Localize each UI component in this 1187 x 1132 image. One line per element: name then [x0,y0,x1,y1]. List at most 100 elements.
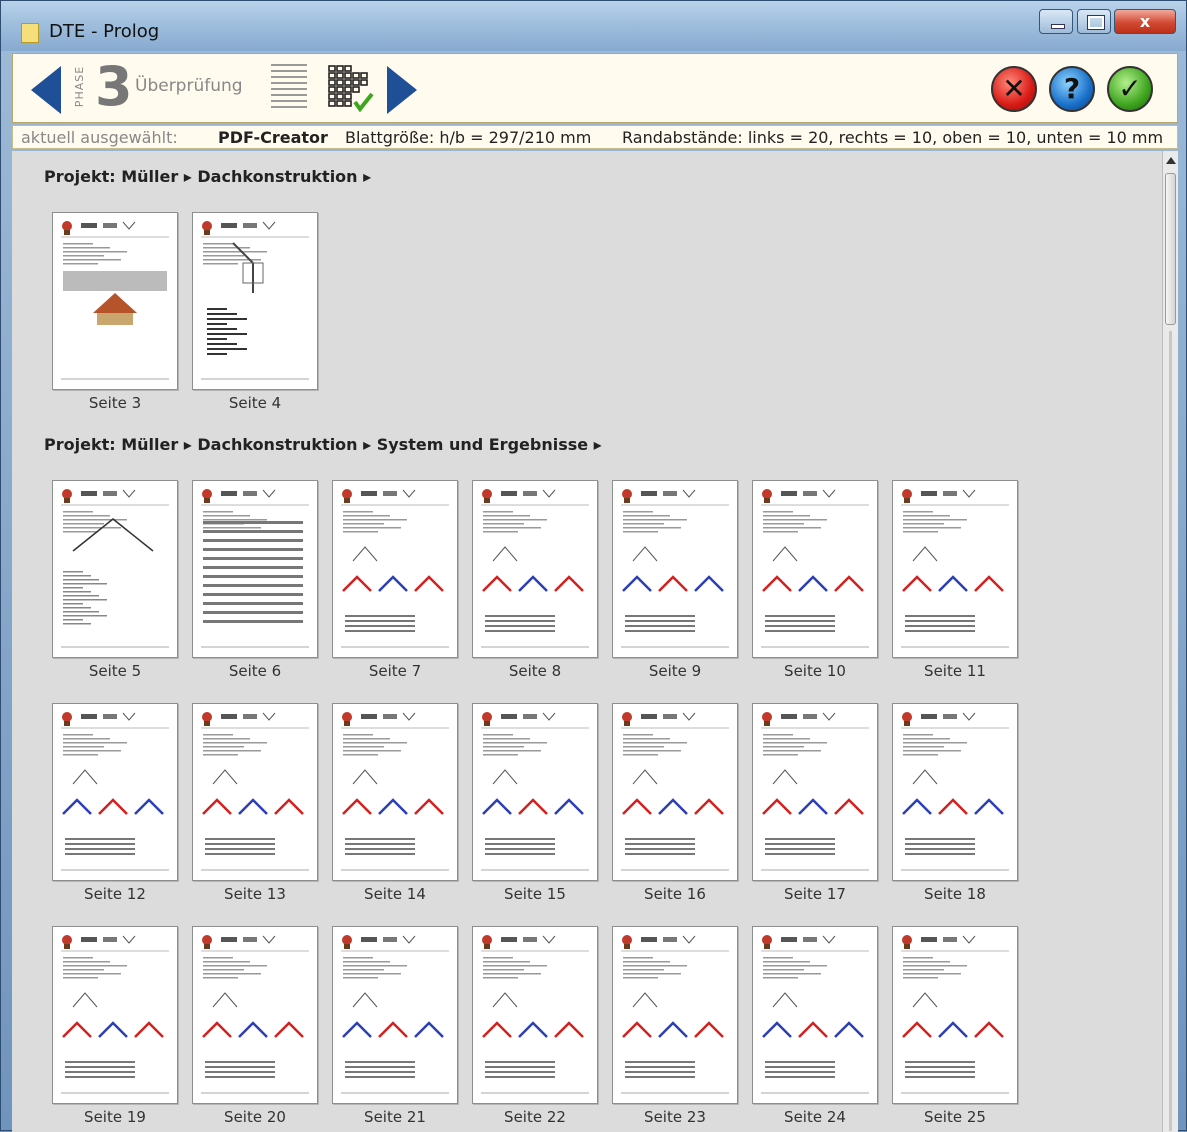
maximize-icon [1087,15,1105,30]
page-thumbnail[interactable]: Seite 3 [52,212,178,420]
page-preview[interactable] [52,480,178,658]
page-preview[interactable] [332,480,458,658]
phase-number: 3 [95,55,133,118]
page-preview[interactable] [332,926,458,1104]
confirm-icon: ✓ [1118,72,1142,105]
page-preview[interactable] [752,926,878,1104]
page-preview[interactable] [52,212,178,390]
page-caption: Seite 18 [924,885,986,903]
page-preview[interactable] [612,926,738,1104]
page-caption: Seite 12 [84,885,146,903]
page-thumbnail[interactable]: Seite 4 [192,212,318,420]
page-caption: Seite 11 [924,662,986,680]
arrow-right-icon[interactable] [387,66,417,114]
page-preview[interactable] [752,703,878,881]
page-preview-area[interactable]: Projekt: Müller ▸ Dachkonstruktion ▸ Pro… [12,151,1162,1132]
page-preview[interactable] [192,212,318,390]
page-preview-image [341,489,449,648]
page-thumbnail[interactable]: Seite 25 [892,926,1018,1132]
page-preview[interactable] [612,480,738,658]
page-thumbnail[interactable]: Seite 21 [332,926,458,1132]
page-caption: Seite 24 [784,1108,846,1126]
page-caption: Seite 23 [644,1108,706,1126]
page-thumbnail[interactable]: Seite 17 [752,703,878,911]
page-preview[interactable] [472,926,598,1104]
minimize-button[interactable] [1039,9,1073,34]
close-icon: x [1139,12,1151,31]
page-thumbnail[interactable]: Seite 7 [332,480,458,688]
page-caption: Seite 22 [504,1108,566,1126]
page-thumbnail[interactable]: Seite 19 [52,926,178,1132]
page-caption: Seite 5 [88,662,142,680]
status-page-size: Blattgröße: h/b = 297/210 mm [345,128,592,147]
page-preview[interactable] [52,703,178,881]
page-thumbnail[interactable]: Seite 11 [892,480,1018,688]
app-icon [21,23,39,43]
page-preview[interactable] [192,703,318,881]
scrollbar-thumb[interactable] [1165,173,1176,325]
page-thumbnail[interactable]: Seite 20 [192,926,318,1132]
page-thumbnail[interactable]: Seite 13 [192,703,318,911]
page-preview-image [61,221,169,380]
page-thumbnail[interactable]: Seite 8 [472,480,598,688]
help-button[interactable]: ? [1049,66,1095,112]
page-preview[interactable] [612,703,738,881]
page-preview-image [201,221,309,380]
page-thumbnail[interactable]: Seite 5 [52,480,178,688]
page-preview[interactable] [472,703,598,881]
page-thumbnail[interactable]: Seite 6 [192,480,318,688]
page-thumbnail[interactable]: Seite 23 [612,926,738,1132]
status-label: aktuell ausgewählt: [21,128,178,147]
grid-check-icon[interactable] [327,64,375,114]
page-preview-image [621,935,729,1094]
page-caption: Seite 16 [644,885,706,903]
page-preview[interactable] [892,703,1018,881]
page-preview[interactable] [192,480,318,658]
page-preview-image [621,489,729,648]
page-preview-image [481,489,589,648]
page-preview[interactable] [752,480,878,658]
page-preview[interactable] [892,480,1018,658]
minimize-icon [1051,24,1065,29]
page-caption: Seite 8 [508,662,562,680]
title-bar[interactable]: DTE - Prolog x [1,1,1186,51]
arrow-left-icon[interactable] [31,66,61,114]
page-caption: Seite 20 [224,1108,286,1126]
page-preview-image [901,489,1009,648]
list-icon[interactable] [265,64,311,114]
page-caption: Seite 21 [364,1108,426,1126]
page-preview[interactable] [892,926,1018,1104]
page-preview-image [761,935,869,1094]
page-preview-image [61,489,169,648]
vertical-scrollbar[interactable] [1162,151,1178,1132]
cancel-button[interactable]: ✕ [991,66,1037,112]
section-title: Projekt: Müller ▸ Dachkonstruktion ▸ [44,167,372,186]
page-preview[interactable] [52,926,178,1104]
page-preview-image [201,489,309,648]
page-caption: Seite 3 [88,394,142,412]
close-window-button[interactable]: x [1114,9,1176,34]
page-thumbnail[interactable]: Seite 9 [612,480,738,688]
page-preview-image [61,935,169,1094]
page-thumbnail[interactable]: Seite 15 [472,703,598,911]
page-thumbnail[interactable]: Seite 24 [752,926,878,1132]
page-thumbnail[interactable]: Seite 12 [52,703,178,911]
page-thumbnail[interactable]: Seite 22 [472,926,598,1132]
page-thumbnail[interactable]: Seite 14 [332,703,458,911]
page-preview[interactable] [192,926,318,1104]
page-thumbnail[interactable]: Seite 18 [892,703,1018,911]
scroll-up-icon[interactable] [1166,157,1176,164]
confirm-button[interactable]: ✓ [1107,66,1153,112]
page-preview-image [201,712,309,871]
cancel-icon: ✕ [1002,72,1026,105]
page-preview[interactable] [472,480,598,658]
page-caption: Seite 6 [228,662,282,680]
page-caption: Seite 10 [784,662,846,680]
page-thumbnail[interactable]: Seite 16 [612,703,738,911]
page-preview-image [761,712,869,871]
page-preview-image [481,712,589,871]
page-preview[interactable] [332,703,458,881]
page-preview-image [621,712,729,871]
page-thumbnail[interactable]: Seite 10 [752,480,878,688]
maximize-button[interactable] [1077,9,1111,34]
